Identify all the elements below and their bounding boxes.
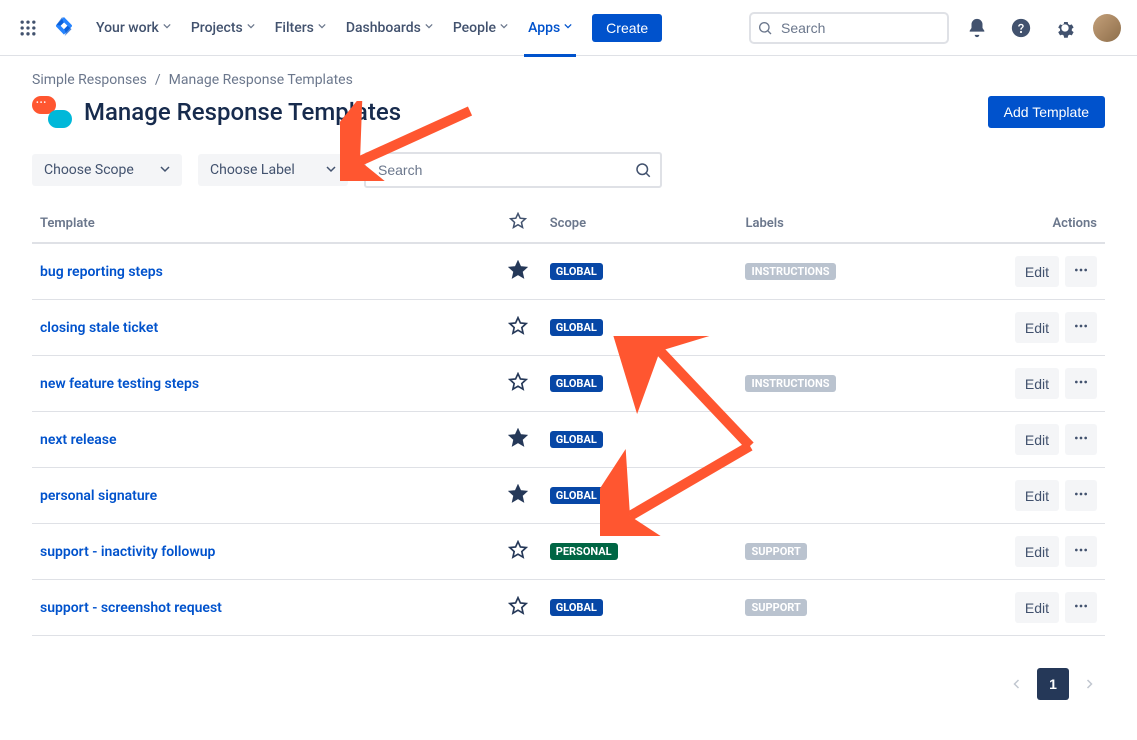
app-logo-icon [32, 96, 72, 128]
template-link[interactable]: personal signature [40, 488, 157, 504]
table-row: new feature testing steps GLOBAL INSTRUCTI… [32, 356, 1105, 412]
edit-button[interactable]: Edit [1015, 592, 1059, 623]
more-actions-button[interactable] [1065, 368, 1097, 399]
global-search-wrap [749, 12, 949, 44]
th-template[interactable]: Template [32, 204, 494, 243]
filter-search-input[interactable] [364, 152, 662, 188]
nav-item-people[interactable]: People [445, 16, 516, 40]
breadcrumb-root[interactable]: Simple Responses [32, 72, 147, 88]
filters-row: Choose Scope Choose Label [32, 152, 1105, 188]
template-link[interactable]: support - inactivity followup [40, 544, 215, 560]
create-button[interactable]: Create [592, 14, 662, 42]
template-link[interactable]: bug reporting steps [40, 264, 163, 280]
table-row: support - screenshot request GLOBAL SUPPOR… [32, 580, 1105, 636]
chevron-down-icon [564, 22, 572, 33]
scope-badge: GLOBAL [550, 263, 603, 280]
more-actions-button[interactable] [1065, 424, 1097, 455]
edit-button[interactable]: Edit [1015, 536, 1059, 567]
jira-logo-icon[interactable] [52, 16, 76, 40]
table-row: support - inactivity followup PERSONAL SUP… [32, 524, 1105, 580]
scope-dropdown[interactable]: Choose Scope [32, 154, 182, 186]
favorite-star-icon[interactable] [508, 540, 528, 560]
scope-badge: GLOBAL [550, 375, 603, 392]
top-nav-left: Your workProjectsFiltersDashboardsPeople… [16, 14, 741, 42]
favorite-star-icon[interactable] [508, 316, 528, 336]
edit-button[interactable]: Edit [1015, 312, 1059, 343]
scope-badge: GLOBAL [550, 319, 603, 336]
more-actions-button[interactable] [1065, 312, 1097, 343]
nav-item-filters[interactable]: Filters [267, 16, 334, 40]
page-content: Simple Responses / Manage Response Templ… [0, 56, 1137, 716]
chevron-down-icon [318, 22, 326, 33]
table-row: personal signature GLOBAL Edit [32, 468, 1105, 524]
th-labels[interactable]: Labels [737, 204, 985, 243]
chevron-down-icon [163, 22, 171, 33]
nav-item-your-work[interactable]: Your work [88, 16, 179, 40]
edit-button[interactable]: Edit [1015, 480, 1059, 511]
more-actions-button[interactable] [1065, 256, 1097, 287]
help-icon[interactable] [1005, 12, 1037, 44]
templates-table: Template Scope Labels Actions bug report… [32, 204, 1105, 636]
top-nav-right [749, 12, 1121, 44]
th-scope[interactable]: Scope [542, 204, 738, 243]
app-switcher-icon[interactable] [16, 16, 40, 40]
page-header: Manage Response Templates Add Template [32, 96, 1105, 128]
favorite-star-icon[interactable] [508, 596, 528, 616]
filter-search-wrap [364, 152, 662, 188]
scope-badge: PERSONAL [550, 543, 618, 560]
th-actions: Actions [985, 204, 1105, 243]
settings-icon[interactable] [1049, 12, 1081, 44]
template-link[interactable]: closing stale ticket [40, 320, 158, 336]
page-title: Manage Response Templates [84, 98, 401, 126]
chevron-down-icon [326, 162, 336, 178]
page-next-button[interactable] [1073, 668, 1105, 700]
page-prev-button[interactable] [1001, 668, 1033, 700]
nav-item-dashboards[interactable]: Dashboards [338, 16, 441, 40]
scope-badge: GLOBAL [550, 599, 603, 616]
label-badge: INSTRUCTIONS [745, 263, 835, 280]
template-link[interactable]: next release [40, 432, 116, 448]
search-icon [634, 161, 652, 179]
edit-button[interactable]: Edit [1015, 256, 1059, 287]
chevron-down-icon [160, 162, 170, 178]
chevron-down-icon [425, 22, 433, 33]
template-link[interactable]: new feature testing steps [40, 376, 199, 392]
table-row: bug reporting steps GLOBAL INSTRUCTIONS Edi… [32, 243, 1105, 300]
pagination: 1 [32, 668, 1105, 700]
template-link[interactable]: support - screenshot request [40, 600, 222, 616]
chevron-down-icon [500, 22, 508, 33]
more-actions-button[interactable] [1065, 536, 1097, 567]
nav-item-apps[interactable]: Apps [520, 16, 580, 40]
favorite-star-icon[interactable] [508, 428, 528, 448]
page-number-button[interactable]: 1 [1037, 668, 1069, 700]
more-actions-button[interactable] [1065, 480, 1097, 511]
nav-item-projects[interactable]: Projects [183, 16, 263, 40]
scope-badge: GLOBAL [550, 487, 603, 504]
add-template-button[interactable]: Add Template [988, 96, 1105, 128]
chevron-down-icon [247, 22, 255, 33]
user-avatar[interactable] [1093, 14, 1121, 42]
table-row: next release GLOBAL Edit [32, 412, 1105, 468]
label-badge: INSTRUCTIONS [745, 375, 835, 392]
label-dropdown[interactable]: Choose Label [198, 154, 348, 186]
more-actions-button[interactable] [1065, 592, 1097, 623]
table-row: closing stale ticket GLOBAL Edit [32, 300, 1105, 356]
global-search-input[interactable] [749, 12, 949, 44]
edit-button[interactable]: Edit [1015, 368, 1059, 399]
label-badge: SUPPORT [745, 599, 806, 616]
breadcrumb: Simple Responses / Manage Response Templ… [32, 72, 1105, 88]
favorite-star-icon[interactable] [508, 260, 528, 280]
notifications-icon[interactable] [961, 12, 993, 44]
breadcrumb-current: Manage Response Templates [169, 72, 353, 88]
search-icon [757, 20, 773, 36]
scope-badge: GLOBAL [550, 431, 603, 448]
label-badge: SUPPORT [745, 543, 806, 560]
th-favorite[interactable] [494, 204, 542, 243]
favorite-star-icon[interactable] [508, 372, 528, 392]
page-title-wrap: Manage Response Templates [32, 96, 401, 128]
edit-button[interactable]: Edit [1015, 424, 1059, 455]
top-nav: Your workProjectsFiltersDashboardsPeople… [0, 0, 1137, 56]
favorite-star-icon[interactable] [508, 484, 528, 504]
